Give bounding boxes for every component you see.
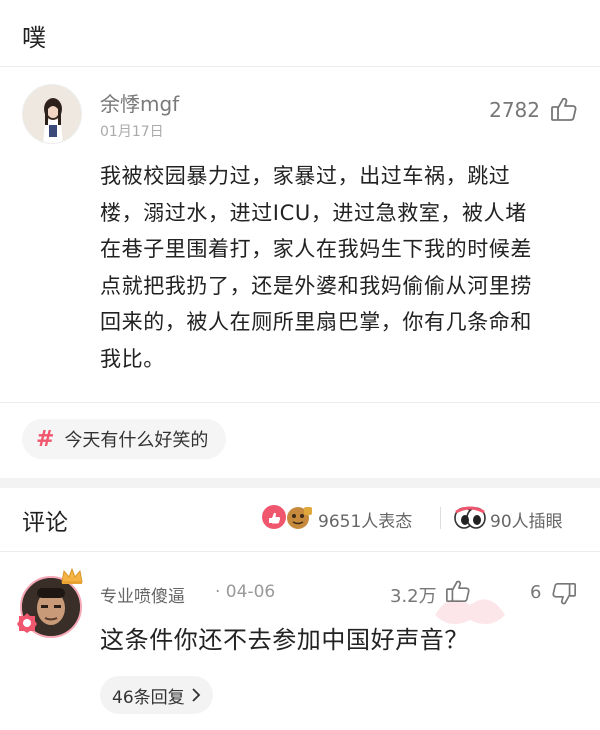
post-line: 在巷子里围着打，家人在我妈生下我的时候差 — [100, 237, 532, 261]
reaction-count[interactable]: 9651人表态 — [318, 507, 412, 532]
reply-count-label: 46条回复 — [112, 687, 185, 708]
post-line: 我比。 — [100, 346, 165, 371]
commenter-name[interactable]: 专业喷傻逼 — [100, 582, 185, 607]
watcher-count[interactable]: 90人插眼 — [490, 507, 563, 532]
comments-title: 评论 — [22, 510, 68, 536]
reaction-emoji-icon[interactable] — [260, 503, 316, 531]
header-divider — [0, 66, 600, 67]
badge-icon — [16, 612, 38, 634]
post-line: 回来的，被人在厕所里扇巴掌，你有几条命和 — [100, 310, 532, 334]
post-line: 楼，溺过水，进过ICU，进过急救室，被人堵 — [100, 200, 527, 225]
author-avatar[interactable] — [22, 84, 82, 144]
eyes-icon[interactable] — [453, 506, 487, 530]
post-line: 我被校园暴力过，家暴过，出过车祸，跳过 — [100, 164, 511, 188]
post-divider — [0, 402, 600, 403]
comment-like-count: 3.2万 — [390, 586, 437, 607]
page-title: 噗 — [22, 24, 46, 52]
post-like-count: 2782 — [489, 98, 540, 122]
comments-divider — [0, 551, 600, 552]
post-date: 01月17日 — [100, 124, 164, 140]
topic-tag[interactable]: # 今天有什么好笑的 — [22, 419, 227, 459]
post-line: 点就把我扔了，还是外婆和我妈偷偷从河里捞 — [100, 273, 532, 298]
thumbs-down-icon[interactable] — [551, 581, 577, 607]
post-body: 我被校园暴力过，家暴过，出过车祸，跳过 楼，溺过水，进过ICU，进过急救室，被人… — [100, 158, 570, 377]
comment-text: 这条件你还不去参加中国好声音？ — [100, 626, 469, 654]
hashtag-icon: # — [36, 426, 55, 452]
thumbs-up-icon[interactable] — [550, 95, 578, 123]
comment-date: · 04-06 — [215, 582, 276, 602]
chevron-right-icon — [192, 688, 200, 702]
crown-icon — [60, 566, 84, 586]
view-replies-button[interactable]: 46条回复 — [100, 676, 213, 714]
section-divider — [0, 478, 600, 488]
author-name[interactable]: 余悸mgf — [100, 88, 179, 117]
comment-dislike-count: 6 — [530, 582, 542, 603]
topic-label: 今天有什么好笑的 — [64, 430, 209, 451]
stats-separator — [440, 507, 441, 529]
thumbs-up-icon[interactable] — [445, 578, 471, 604]
